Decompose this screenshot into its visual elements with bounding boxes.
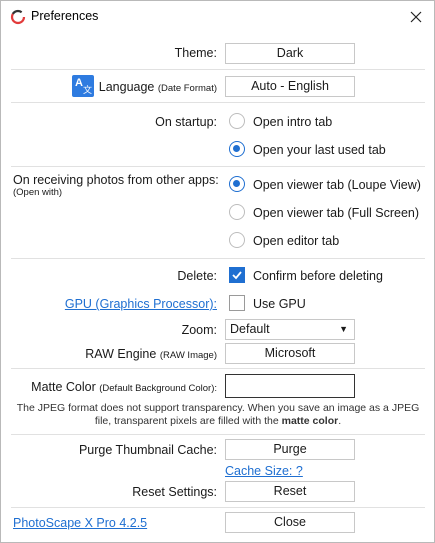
separator <box>11 166 425 167</box>
use-gpu-checkbox[interactable] <box>229 295 245 311</box>
checkmark-icon <box>232 271 242 280</box>
receiving-editor-radio[interactable] <box>229 232 245 248</box>
startup-last-tab-label[interactable]: Open your last used tab <box>253 143 386 157</box>
preferences-window: Preferences Theme: Dark A 文 Language (Da… <box>0 0 435 543</box>
receiving-loupe-radio[interactable] <box>229 176 245 192</box>
receiving-fullscreen-label[interactable]: Open viewer tab (Full Screen) <box>253 206 419 220</box>
zoom-select[interactable]: Default ▼ <box>225 319 355 340</box>
close-icon <box>410 11 422 23</box>
gpu-link[interactable]: GPU (Graphics Processor): <box>65 297 217 311</box>
matte-note-line2: file, transparent pixels are filled with… <box>94 415 342 427</box>
separator <box>11 69 425 70</box>
separator <box>11 368 425 369</box>
receiving-hint: (Open with) <box>13 187 63 198</box>
raw-engine-label-group: RAW Engine (RAW Image) <box>85 347 217 361</box>
zoom-label: Zoom: <box>181 323 217 337</box>
separator <box>11 258 425 259</box>
matte-note-line1: The JPEG format does not support transpa… <box>16 402 420 414</box>
receiving-editor-label[interactable]: Open editor tab <box>253 234 339 248</box>
zoom-value: Default <box>230 322 270 336</box>
separator <box>11 507 425 508</box>
separator <box>11 434 425 435</box>
receiving-loupe-label[interactable]: Open viewer tab (Loupe View) <box>253 178 421 192</box>
window-title: Preferences <box>31 9 99 23</box>
receiving-fullscreen-radio[interactable] <box>229 204 245 220</box>
language-button[interactable]: Auto - English <box>225 76 355 97</box>
confirm-delete-label[interactable]: Confirm before deleting <box>253 269 383 283</box>
delete-label: Delete: <box>177 269 217 283</box>
matte-hint: (Default Background Color): <box>99 383 217 394</box>
startup-intro-radio[interactable] <box>229 113 245 129</box>
startup-intro-label[interactable]: Open intro tab <box>253 115 332 129</box>
purge-button[interactable]: Purge <box>225 439 355 460</box>
photoscape-logo-icon <box>10 9 26 25</box>
reset-button[interactable]: Reset <box>225 481 355 502</box>
language-hint: (Date Format) <box>157 83 217 94</box>
raw-engine-hint: (RAW Image) <box>159 350 217 361</box>
raw-engine-button[interactable]: Microsoft <box>225 343 355 364</box>
matte-label-group: Matte Color (Default Background Color): <box>31 380 217 394</box>
startup-last-tab-radio[interactable] <box>229 141 245 157</box>
close-button[interactable]: Close <box>225 512 355 533</box>
confirm-delete-checkbox[interactable] <box>229 267 245 283</box>
language-label: Language <box>98 80 155 94</box>
matte-label: Matte Color <box>31 380 96 394</box>
raw-engine-label: RAW Engine <box>85 347 157 361</box>
dropdown-arrow-icon: ▼ <box>339 324 348 334</box>
receiving-label: On receiving photos from other apps: <box>13 173 219 187</box>
language-label-group: Language (Date Format) <box>99 80 217 94</box>
theme-label: Theme: <box>174 46 217 60</box>
purge-label: Purge Thumbnail Cache: <box>78 443 217 457</box>
close-window-button[interactable] <box>401 4 431 30</box>
version-link[interactable]: PhotoScape X Pro 4.2.5 <box>13 516 147 530</box>
startup-label: On startup: <box>155 115 217 129</box>
matte-note: The JPEG format does not support transpa… <box>11 402 425 428</box>
matte-color-swatch[interactable] <box>225 374 355 398</box>
use-gpu-label[interactable]: Use GPU <box>253 297 306 311</box>
theme-button[interactable]: Dark <box>225 43 355 64</box>
reset-label: Reset Settings: <box>132 485 217 499</box>
separator <box>11 102 425 103</box>
language-translate-icon: A 文 <box>72 75 94 97</box>
cache-size-link[interactable]: Cache Size: ? <box>225 464 303 478</box>
title-bar: Preferences <box>1 1 434 32</box>
